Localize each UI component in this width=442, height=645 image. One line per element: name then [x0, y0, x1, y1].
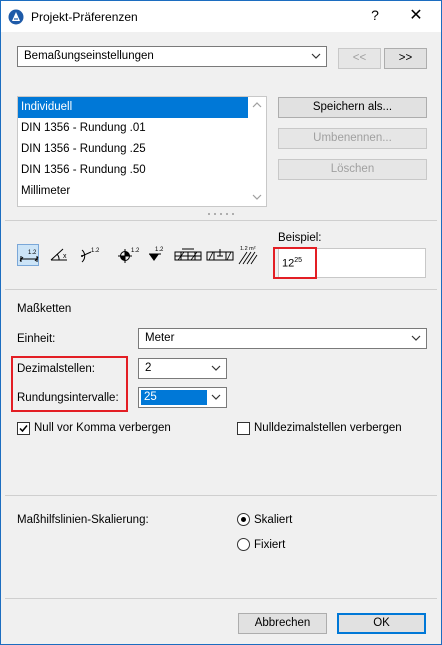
rounding-select-value: 25 [141, 390, 207, 405]
chevron-down-icon [411, 335, 421, 341]
angle-dimension-icon: x [50, 248, 67, 261]
close-button[interactable]: ✕ [401, 5, 431, 27]
radial-dimension-icon: 1.2 [81, 248, 100, 263]
elevation-dimension-icon: 1.2 [149, 247, 164, 261]
delete-button[interactable]: Löschen [278, 159, 427, 180]
list-item[interactable]: Individuell [18, 97, 248, 118]
list-item[interactable]: DIN 1356 - Rundung .01 [18, 118, 248, 139]
level-dimension-icon: 1.2 [118, 248, 140, 263]
angle-dimension-tool[interactable]: x [49, 244, 71, 266]
section-title: Maßketten [17, 303, 72, 315]
rename-button[interactable]: Umbenennen... [278, 128, 427, 149]
unit-label: Einheit: [17, 333, 56, 345]
radio-selected-dot [241, 517, 246, 522]
level-dimension-tool[interactable]: 1.2 [117, 244, 140, 266]
fixed-option-label: Fixiert [254, 539, 286, 551]
next-page-button[interactable]: >> [384, 48, 427, 69]
help-button[interactable]: ? [365, 7, 385, 27]
resize-grip-icon[interactable] [206, 211, 238, 217]
fixed-radio[interactable] [237, 538, 250, 551]
divider [5, 598, 437, 599]
sill-height-dimension-icon [206, 249, 234, 261]
title-bar: Projekt-Präferenzen ? ✕ [1, 1, 441, 32]
decimals-select[interactable]: 2 [138, 358, 227, 379]
scaling-label: Maßhilfslinien-Skalierung: [17, 514, 149, 526]
chevron-down-icon [311, 53, 321, 59]
preset-list[interactable]: Individuell DIN 1356 - Rundung .01 DIN 1… [17, 96, 267, 207]
hide-leading-zero-checkbox[interactable] [17, 422, 30, 435]
previous-page-button[interactable]: << [338, 48, 381, 69]
linear-dimension-icon: 1.2 [19, 250, 39, 262]
list-item[interactable]: Millimeter [18, 181, 248, 202]
window-title: Projekt-Präferenzen [31, 10, 138, 24]
example-main: 12 [282, 257, 295, 270]
save-as-button[interactable]: Speichern als... [278, 97, 427, 118]
category-select[interactable]: Bemaßungseinstellungen [17, 46, 327, 67]
divider [5, 220, 437, 221]
decimals-select-value: 2 [145, 362, 152, 374]
example-value: 1225 [282, 257, 302, 270]
list-item[interactable]: DIN 1356 - Rundung .25 [18, 139, 248, 160]
linear-dimension-tool[interactable]: 1.2 [17, 244, 39, 266]
unit-select-value: Meter [145, 332, 175, 344]
scaled-radio[interactable] [237, 513, 250, 526]
chevron-down-icon [211, 394, 221, 400]
archicad-logo-icon [8, 9, 24, 25]
example-label: Beispiel: [278, 232, 322, 244]
divider [5, 289, 437, 290]
ok-button[interactable]: OK [337, 613, 426, 634]
hide-leading-zero-label: Null vor Komma verbergen [34, 422, 171, 434]
cancel-button[interactable]: Abbrechen [238, 613, 327, 634]
scroll-down-icon[interactable] [252, 193, 262, 201]
divider [5, 495, 437, 496]
preferences-dialog: Projekt-Präferenzen ? ✕ Bemaßungseinstel… [0, 0, 442, 645]
door-window-dimension-icon [174, 248, 202, 261]
tool-label: x [63, 253, 67, 260]
area-dimension-icon: 1.2 m² [238, 246, 258, 265]
chevron-down-icon [211, 365, 221, 371]
tool-label: 1.2 [28, 250, 37, 256]
decimals-label: Dezimalstellen: [17, 363, 95, 375]
radial-dimension-tool[interactable]: 1.2 [79, 244, 101, 266]
tool-label: 1.2 [91, 248, 100, 254]
area-dimension-tool[interactable]: 1.2 m² [237, 244, 265, 266]
elevation-dimension-tool[interactable]: 1.2 [147, 244, 169, 266]
sill-height-dimension-tool[interactable] [205, 244, 235, 266]
tool-label: 1.2 [155, 247, 164, 253]
unit-select[interactable]: Meter [138, 328, 427, 349]
rounding-select[interactable]: 25 [138, 387, 227, 408]
scroll-up-icon[interactable] [252, 101, 262, 109]
hide-zero-decimals-label: Nulldezimalstellen verbergen [254, 422, 402, 434]
list-scrollbar[interactable] [249, 97, 266, 206]
door-window-dimension-tool[interactable] [173, 244, 203, 266]
rounding-label: Rundungsintervalle: [17, 392, 119, 404]
checkmark-icon [19, 425, 28, 433]
hide-zero-decimals-checkbox[interactable] [237, 422, 250, 435]
list-item[interactable]: DIN 1356 - Rundung .50 [18, 160, 248, 181]
tool-label: 1.2 m² [240, 246, 256, 252]
example-superscript: 25 [294, 257, 303, 264]
scaled-option-label: Skaliert [254, 514, 293, 526]
category-select-value: Bemaßungseinstellungen [24, 50, 154, 62]
tool-label: 1.2 [131, 248, 140, 254]
